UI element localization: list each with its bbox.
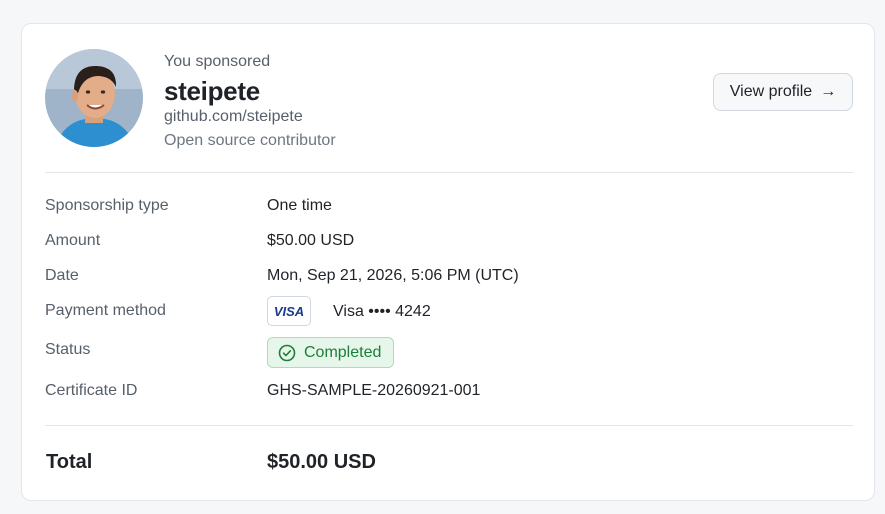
- header-divider: [45, 172, 853, 173]
- payment-method-label: Payment method: [45, 302, 166, 319]
- sponsored-username: steipete: [164, 76, 260, 106]
- avatar[interactable]: [45, 49, 143, 147]
- view-profile-label: View profile: [729, 83, 813, 100]
- status-label: Status: [45, 341, 91, 358]
- total-value: $50.00 USD: [267, 451, 376, 473]
- view-profile-button[interactable]: View profile →: [713, 73, 853, 111]
- certificate-id-label: Certificate ID: [45, 382, 138, 399]
- status-value: Completed: [304, 343, 382, 361]
- github-url[interactable]: github.com/steipete: [164, 108, 303, 126]
- sponsorship-type-label: Sponsorship type: [45, 197, 169, 214]
- total-divider: [45, 425, 853, 426]
- check-circle-icon: [278, 344, 296, 361]
- arrow-right-icon: →: [820, 83, 837, 100]
- sponsorship-receipt-card: You sponsored steipete github.com/steipe…: [21, 23, 875, 501]
- avatar-image: [45, 49, 143, 147]
- total-label: Total: [46, 451, 93, 473]
- sponsorship-type-value: One time: [267, 197, 332, 214]
- date-label: Date: [45, 267, 79, 284]
- payment-method-value: Visa •••• 4242: [333, 303, 431, 320]
- date-value: Mon, Sep 21, 2026, 5:06 PM (UTC): [267, 267, 519, 284]
- amount-value: $50.00 USD: [267, 232, 355, 249]
- amount-label: Amount: [45, 232, 101, 249]
- sponsored-role: Open source contributor: [164, 132, 336, 149]
- certificate-id-value: GHS-SAMPLE-20260921-001: [267, 382, 481, 399]
- visa-card-icon: VISA: [267, 296, 311, 326]
- status-badge: Completed: [267, 337, 394, 368]
- you-sponsored-label: You sponsored: [164, 53, 271, 70]
